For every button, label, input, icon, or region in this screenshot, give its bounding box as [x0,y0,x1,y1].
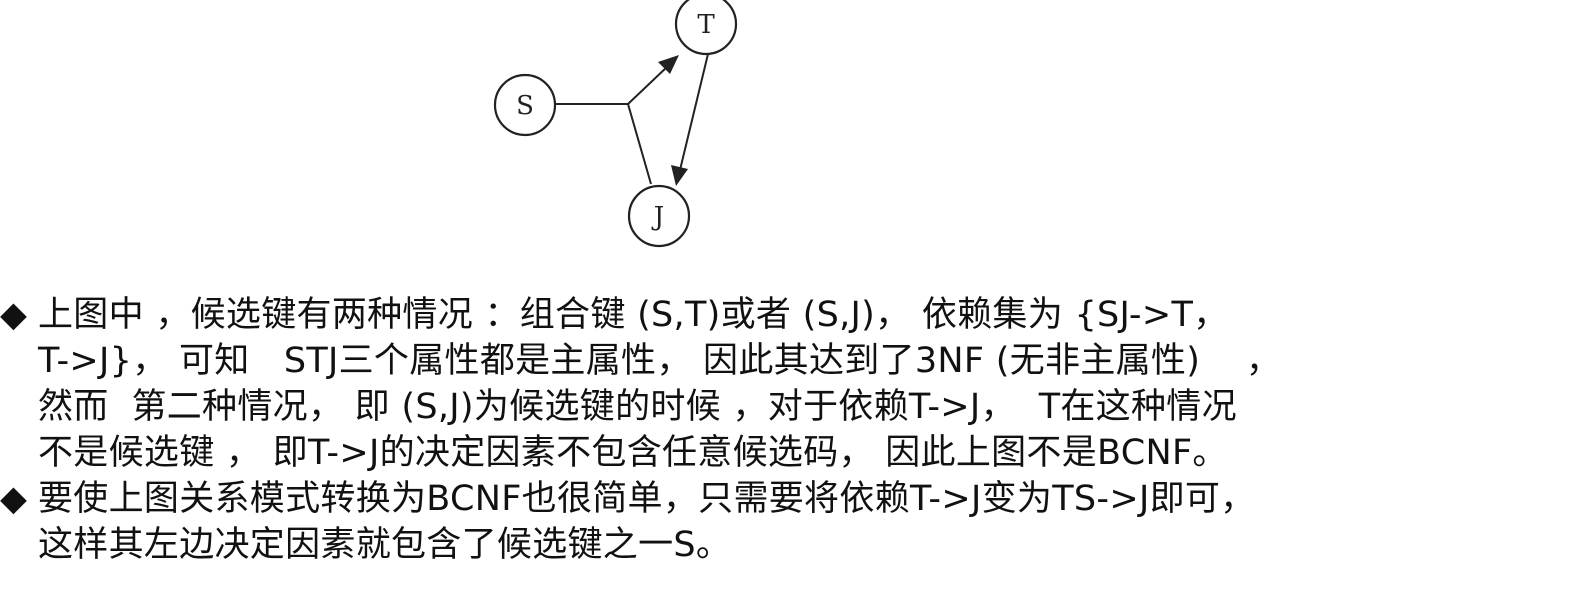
node-t-label: T [697,10,715,40]
node-t: T [674,0,738,56]
text-line: 要使上图关系模式转换为BCNF也很简单，只需要将依赖T->J变为TS->J即可， [38,479,1256,519]
bullet-item: ◆ 上图中 ，候选键有两种情况 ：组合键 (S,T)或者 (S,J)， 依赖集为… [0,292,1586,476]
diamond-bullet-icon: ◆ [0,479,28,519]
node-s-label: S [516,91,534,121]
arrowhead-to-j [671,165,688,186]
text-line: 这样其左边决定因素就包含了候选键之一S。 [38,525,732,565]
explanation-text: ◆ 上图中 ，候选键有两种情况 ：组合键 (S,T)或者 (S,J)， 依赖集为… [0,292,1586,568]
node-s: S [493,73,557,137]
bullet-item: ◆ 要使上图关系模式转换为BCNF也很简单，只需要将依赖T->J变为TS->J即… [0,476,1586,568]
edge-junction-j [627,103,652,185]
text-line: 上图中 ，候选键有两种情况 ：组合键 (S,T)或者 (S,J)， 依赖集为 {… [38,295,1229,335]
text-line: 然而 第二种情况， 即 (S,J)为候选键的时候 ，对于依赖T->J， T在这种… [38,387,1237,427]
diamond-bullet-icon: ◆ [0,295,28,335]
node-j-label: J [651,202,664,232]
node-j: J [627,184,691,248]
functional-dependency-diagram: S T J [493,0,738,248]
text-line: T->J}， 可知 STJ三个属性都是主属性， 因此其达到了3NF (无非主属性… [38,341,1282,381]
edge-t-j [679,53,709,171]
text-line: 不是候选键 ， 即T->J的决定因素不包含任意候选码， 因此上图不是BCNF。 [38,433,1228,473]
edge-junction-t [627,65,669,105]
